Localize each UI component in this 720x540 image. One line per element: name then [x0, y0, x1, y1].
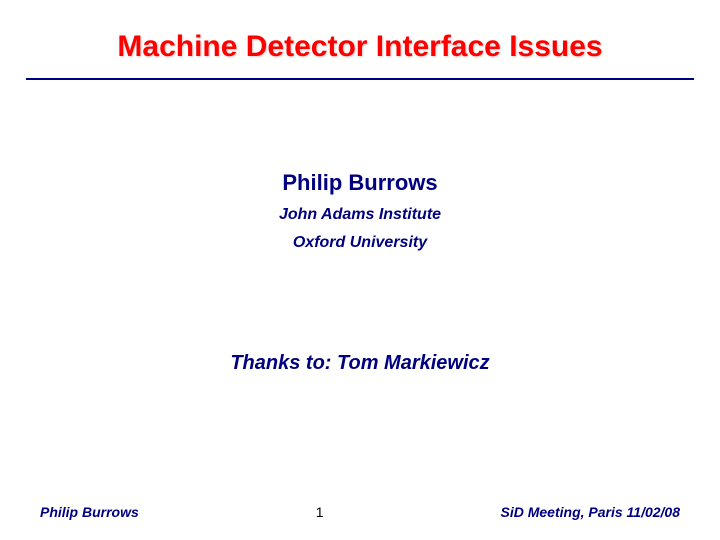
author-block: Philip Burrows John Adams Institute Oxfo… [0, 170, 720, 252]
thanks-line: Thanks to: Tom Markiewicz [0, 352, 720, 375]
author-university: Oxford University [0, 234, 720, 252]
footer-page-number: 1 [316, 504, 324, 520]
title-divider [26, 78, 694, 80]
slide-footer: Philip Burrows 1 SiD Meeting, Paris 11/0… [0, 504, 720, 520]
author-institute: John Adams Institute [0, 206, 720, 224]
footer-author: Philip Burrows [40, 504, 139, 520]
slide-title: Machine Detector Interface Issues [0, 0, 720, 78]
author-name: Philip Burrows [0, 170, 720, 196]
footer-meeting: SiD Meeting, Paris 11/02/08 [501, 504, 681, 520]
